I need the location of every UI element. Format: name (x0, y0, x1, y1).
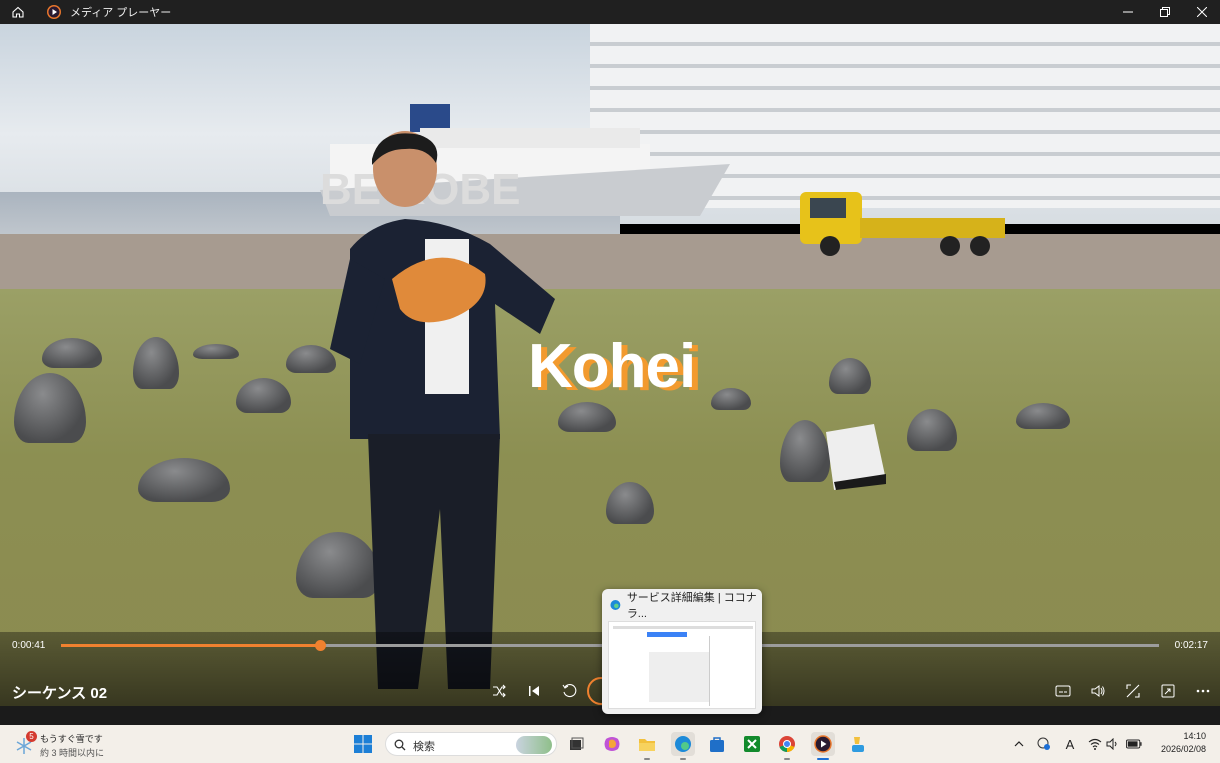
windows-start-icon (354, 735, 372, 753)
network-status-button[interactable] (1036, 736, 1052, 752)
video-stone (193, 344, 239, 359)
network-status-icon (1037, 737, 1050, 750)
wifi-button[interactable] (1087, 736, 1103, 752)
ime-indicator[interactable]: A (1062, 736, 1078, 752)
chrome-icon (779, 736, 795, 753)
previous-icon (529, 686, 539, 696)
paint-button[interactable] (846, 733, 868, 755)
maximize-icon (1159, 7, 1170, 17)
more-icon (1196, 689, 1210, 693)
fullscreen-icon (1126, 684, 1140, 698)
media-player-icon (814, 735, 832, 753)
restore-button[interactable] (1146, 0, 1183, 24)
total-time: 0:02:17 (1174, 640, 1208, 651)
search-placeholder: 検索 (413, 741, 435, 753)
wifi-icon (1088, 738, 1102, 750)
more-button[interactable] (1192, 680, 1214, 702)
chrome-button[interactable] (776, 733, 798, 755)
edge-icon (610, 600, 621, 610)
seek-thumb[interactable] (315, 640, 326, 651)
volume-icon (1091, 685, 1105, 697)
preview-title: サービス詳細編集 | ココナラ... (626, 592, 757, 620)
minimize-button[interactable] (1109, 0, 1146, 24)
taskbar-preview[interactable]: サービス詳細編集 | ココナラ... (602, 589, 762, 714)
weather-widget[interactable]: 5 もうすぐ雪です 約 3 時間以内に (14, 729, 154, 759)
previous-button[interactable] (523, 680, 545, 702)
search-icon (394, 739, 406, 751)
xbox-icon (744, 736, 760, 752)
preview-page (608, 621, 756, 709)
store-icon (710, 737, 724, 752)
battery-button[interactable] (1126, 736, 1142, 752)
clock-date[interactable]: 2026/02/08 (1156, 744, 1206, 754)
edge-button[interactable] (671, 732, 695, 756)
home-button[interactable] (0, 0, 36, 24)
weather-subtitle: 約 3 時間以内に (40, 748, 105, 758)
fullscreen-button[interactable] (1122, 680, 1144, 702)
close-button[interactable] (1183, 0, 1220, 24)
search-highlight-image (516, 736, 552, 754)
running-indicator (784, 758, 790, 760)
subtitles-icon (1055, 685, 1071, 697)
video-overlay-title: Kohei (528, 332, 696, 401)
battery-icon (1126, 739, 1142, 749)
edge-icon (675, 736, 691, 752)
media-player-app-icon (47, 5, 61, 19)
speaker-icon (1106, 738, 1117, 750)
taskbar: 5 もうすぐ雪です 約 3 時間以内に 検索 A 14:10 2026/02/0… (0, 725, 1220, 763)
close-icon (1196, 7, 1207, 17)
volume-tray-button[interactable] (1105, 736, 1121, 752)
video-bag (826, 424, 886, 490)
store-button[interactable] (706, 733, 728, 755)
task-view-icon (570, 737, 584, 750)
video-truck (800, 192, 1005, 256)
sequence-title: シーケンス 02 (12, 685, 108, 702)
video-person (330, 131, 555, 689)
elapsed-time: 0:00:41 (12, 640, 46, 651)
active-indicator (817, 758, 829, 760)
subtitles-button[interactable] (1052, 680, 1074, 702)
task-view-button[interactable] (565, 733, 587, 755)
weather-badge: 5 (26, 731, 37, 742)
clock-time[interactable]: 14:10 (1180, 731, 1206, 741)
title-bar: メディア プレーヤー (0, 0, 1220, 24)
home-icon (12, 6, 24, 18)
media-player-button[interactable] (811, 732, 835, 756)
shuffle-button[interactable] (488, 680, 510, 702)
rewind-button[interactable] (558, 680, 580, 702)
miniplayer-icon (1161, 684, 1175, 698)
copilot-button[interactable] (601, 733, 623, 755)
volume-button[interactable] (1087, 680, 1109, 702)
shuffle-icon (493, 684, 506, 698)
running-indicator (644, 758, 650, 760)
xbox-button[interactable] (741, 733, 763, 755)
start-button[interactable] (352, 733, 374, 755)
window-title: メディア プレーヤー (70, 7, 172, 19)
taskbar-search[interactable]: 検索 (385, 732, 557, 756)
file-explorer-button[interactable] (636, 733, 658, 755)
weather-title: もうすぐ雪です (40, 734, 103, 744)
preview-header: サービス詳細編集 | ココナラ... (602, 589, 762, 621)
rewind-10-icon (562, 684, 577, 698)
paint-icon (852, 737, 864, 752)
seek-progress (61, 644, 320, 647)
running-indicator (680, 758, 686, 760)
miniplayer-button[interactable] (1157, 680, 1179, 702)
minimize-icon (1122, 11, 1133, 13)
show-hidden-icons-button[interactable] (1011, 736, 1027, 752)
chevron-up-icon (1014, 741, 1024, 747)
copilot-icon (604, 737, 620, 751)
file-explorer-icon (639, 739, 655, 751)
